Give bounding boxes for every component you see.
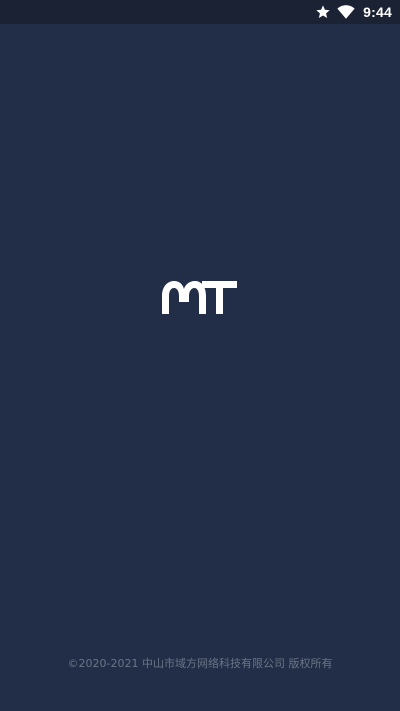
status-time: 9:44 [363, 4, 392, 20]
star-icon [315, 0, 331, 24]
splash-screen: ©2020-2021 中山市域方网络科技有限公司 版权所有 [0, 24, 400, 711]
wifi-icon [337, 0, 355, 24]
status-bar: 9:44 [0, 0, 400, 24]
app-logo [162, 278, 238, 314]
copyright-text: ©2020-2021 中山市域方网络科技有限公司 版权所有 [67, 657, 333, 670]
